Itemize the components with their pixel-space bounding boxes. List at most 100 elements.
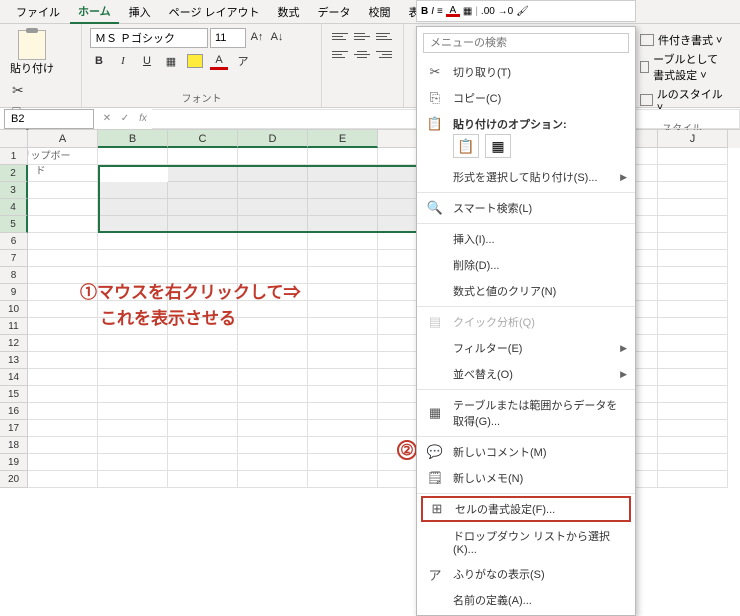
cell[interactable] (658, 216, 728, 233)
cell[interactable] (98, 471, 168, 488)
cell[interactable] (308, 352, 378, 369)
cell[interactable] (658, 335, 728, 352)
cell[interactable] (308, 335, 378, 352)
row-header[interactable]: 13 (0, 352, 28, 369)
row-header[interactable]: 16 (0, 403, 28, 420)
mini-format-painter-icon[interactable]: 🖌 (516, 6, 529, 17)
italic-button[interactable]: I (114, 52, 132, 70)
font-size-select[interactable] (210, 28, 246, 48)
bold-button[interactable]: B (90, 52, 108, 70)
col-header[interactable]: C (168, 130, 238, 148)
format-as-table-button[interactable]: ーブルとして書式設定 ˅ (640, 51, 724, 83)
row-header[interactable]: 20 (0, 471, 28, 488)
cell[interactable] (658, 165, 728, 182)
mini-align-button[interactable]: ≡ (437, 6, 443, 17)
cell[interactable] (28, 233, 98, 250)
cell[interactable] (308, 267, 378, 284)
row-header[interactable]: 10 (0, 301, 28, 318)
mini-bold-button[interactable]: B (421, 6, 428, 17)
row-header[interactable]: 14 (0, 369, 28, 386)
cell[interactable] (28, 301, 98, 318)
cell[interactable] (28, 318, 98, 335)
menu-formulas[interactable]: 数式 (270, 1, 308, 23)
cell[interactable] (238, 403, 308, 420)
cell[interactable] (238, 471, 308, 488)
cell[interactable] (168, 148, 238, 165)
cell[interactable] (28, 352, 98, 369)
increase-font-icon[interactable]: A↑ (248, 28, 266, 46)
cell[interactable] (308, 301, 378, 318)
cell[interactable] (658, 284, 728, 301)
cell[interactable] (238, 420, 308, 437)
cell[interactable] (28, 420, 98, 437)
cell[interactable] (658, 250, 728, 267)
cell[interactable] (658, 352, 728, 369)
cell[interactable] (238, 369, 308, 386)
menu-data[interactable]: データ (310, 1, 359, 23)
cell[interactable] (658, 301, 728, 318)
mini-font-color-button[interactable]: A (446, 5, 460, 17)
phonetic-button[interactable]: ア (234, 52, 252, 70)
col-header[interactable]: D (238, 130, 308, 148)
cell[interactable] (98, 233, 168, 250)
cell[interactable] (28, 199, 98, 216)
row-header[interactable]: 18 (0, 437, 28, 454)
name-box[interactable] (4, 109, 94, 129)
select-all-corner[interactable] (0, 130, 28, 148)
cell[interactable] (658, 403, 728, 420)
cm-copy[interactable]: ⎘ コピー(C) (417, 85, 635, 111)
cm-new-comment[interactable]: 💬 新しいコメント(M) (417, 439, 635, 465)
cell[interactable] (658, 437, 728, 454)
cell[interactable] (28, 216, 98, 233)
paste-option-all[interactable]: ▦ (485, 134, 511, 158)
cell[interactable] (238, 301, 308, 318)
row-header[interactable]: 15 (0, 386, 28, 403)
cell[interactable] (658, 386, 728, 403)
align-top-button[interactable] (330, 28, 350, 44)
cell[interactable] (28, 437, 98, 454)
cell[interactable] (658, 199, 728, 216)
cell[interactable] (28, 369, 98, 386)
cell[interactable] (168, 233, 238, 250)
paste-button[interactable]: 貼り付け (8, 28, 56, 78)
cm-dropdown-list[interactable]: ドロップダウン リストから選択(K)... (417, 523, 635, 561)
row-header[interactable]: 19 (0, 454, 28, 471)
row-header[interactable]: 12 (0, 335, 28, 352)
cell[interactable] (308, 403, 378, 420)
cell[interactable] (28, 165, 98, 182)
cell[interactable] (168, 403, 238, 420)
cm-smart-lookup[interactable]: 🔍 スマート検索(L) (417, 195, 635, 221)
cell[interactable] (238, 233, 308, 250)
align-bottom-button[interactable] (374, 28, 394, 44)
cm-clear[interactable]: 数式と値のクリア(N) (417, 278, 635, 304)
row-header[interactable]: 3 (0, 182, 28, 199)
col-header[interactable]: B (98, 130, 168, 148)
cell[interactable] (168, 420, 238, 437)
cell[interactable] (28, 250, 98, 267)
cell[interactable] (658, 182, 728, 199)
cell[interactable] (658, 454, 728, 471)
cell[interactable] (168, 369, 238, 386)
cell[interactable] (238, 454, 308, 471)
cell[interactable] (238, 335, 308, 352)
cell[interactable] (308, 369, 378, 386)
cell[interactable] (658, 267, 728, 284)
row-header[interactable]: 11 (0, 318, 28, 335)
align-middle-button[interactable] (352, 28, 372, 44)
col-header[interactable]: J (658, 130, 728, 148)
cell[interactable] (308, 454, 378, 471)
row-header[interactable]: 17 (0, 420, 28, 437)
cell[interactable] (658, 318, 728, 335)
cell[interactable] (98, 437, 168, 454)
cell[interactable] (28, 386, 98, 403)
cm-insert[interactable]: 挿入(I)... (417, 226, 635, 252)
cell[interactable] (98, 386, 168, 403)
cell[interactable] (28, 454, 98, 471)
font-color-button[interactable]: A (210, 52, 228, 70)
cell[interactable] (28, 182, 98, 199)
cell[interactable] (308, 420, 378, 437)
mini-decimal-button[interactable]: .00 →0 (481, 6, 513, 17)
cell[interactable] (308, 437, 378, 454)
cm-format-cells[interactable]: ⊞ セルの書式設定(F)... (421, 496, 631, 522)
align-right-button[interactable] (374, 46, 394, 62)
